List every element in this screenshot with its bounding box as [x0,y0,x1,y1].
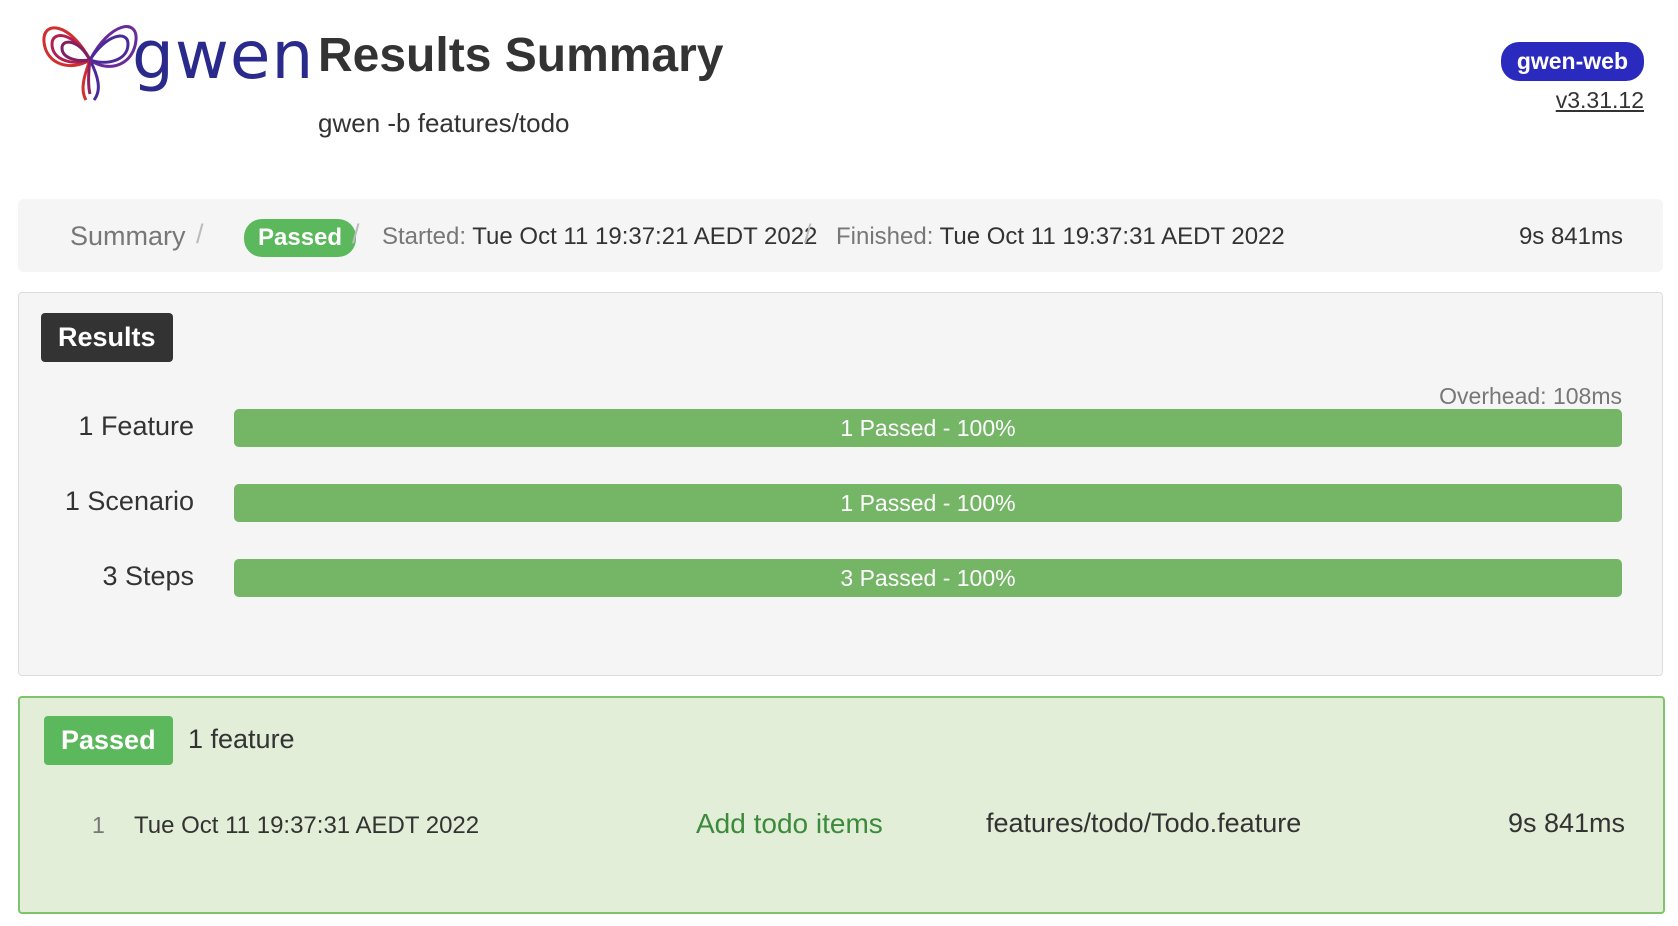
scenario-progress-fill: 1 Passed - 100% [234,484,1622,522]
scenario-count-label: 1 Scenario [64,486,194,516]
feature-name-link[interactable]: Add todo items [696,808,883,840]
list-item: 1 Tue Oct 11 19:37:31 AEDT 2022 Add todo… [20,808,1663,848]
finished-time: Finished: Tue Oct 11 19:37:31 AEDT 2022 [836,223,1285,251]
started-time: Started: Tue Oct 11 19:37:21 AEDT 2022 [382,223,817,251]
version-info: gwen-web v3.31.12 [1500,42,1644,114]
breadcrumb-summary[interactable]: Summary [70,221,186,252]
step-count-label: 3 Steps [102,561,194,591]
gwen-logo: gwen [40,12,313,104]
scenario-progress-bar[interactable]: 1 Passed - 100% [234,484,1622,522]
total-duration: 9s 841ms [1518,223,1623,250]
logo-wordmark: gwen [132,17,315,94]
butterfly-logo-icon [42,25,138,101]
feature-progress-fill: 1 Passed - 100% [234,409,1622,447]
feature-index: 1 [92,812,105,838]
finished-value: Tue Oct 11 19:37:31 AEDT 2022 [939,223,1285,250]
report-header: gwen Results Summary gwen -b features/to… [0,0,1678,190]
status-badge: Passed [244,219,357,257]
page-title: Results Summary [318,29,724,82]
version-link[interactable]: v3.31.12 [1501,87,1644,114]
breadcrumb-separator: / [196,219,204,249]
passed-features-panel: Passed 1 feature 1 Tue Oct 11 19:37:31 A… [18,696,1665,914]
started-label: Started: [382,223,467,250]
results-label: Results [41,313,173,362]
feature-finished-date: Tue Oct 11 19:37:31 AEDT 2022 [134,812,480,839]
overhead-time: Overhead: 108ms [1439,383,1622,409]
brand-badge: gwen-web [1500,42,1644,81]
started-value: Tue Oct 11 19:37:21 AEDT 2022 [472,223,818,250]
finished-label: Finished: [836,223,934,250]
feature-file-path: features/todo/Todo.feature [986,808,1302,838]
feature-count-label: 1 Feature [78,411,194,441]
breadcrumb-separator: / [804,219,812,249]
command-subtitle: gwen -b features/todo [318,108,570,138]
passed-label: Passed [44,716,173,765]
results-panel: Results Overhead: 108ms 1 Feature 1 Pass… [18,292,1663,676]
breadcrumb: Summary / Passed / Started: Tue Oct 11 1… [18,199,1663,272]
step-progress-bar[interactable]: 3 Passed - 100% [234,559,1622,597]
feature-duration: 9s 841ms [1507,808,1625,838]
feature-progress-bar[interactable]: 1 Passed - 100% [234,409,1622,447]
passed-feature-count: 1 feature [188,724,295,754]
step-progress-fill: 3 Passed - 100% [234,559,1622,597]
breadcrumb-separator: / [352,219,360,249]
